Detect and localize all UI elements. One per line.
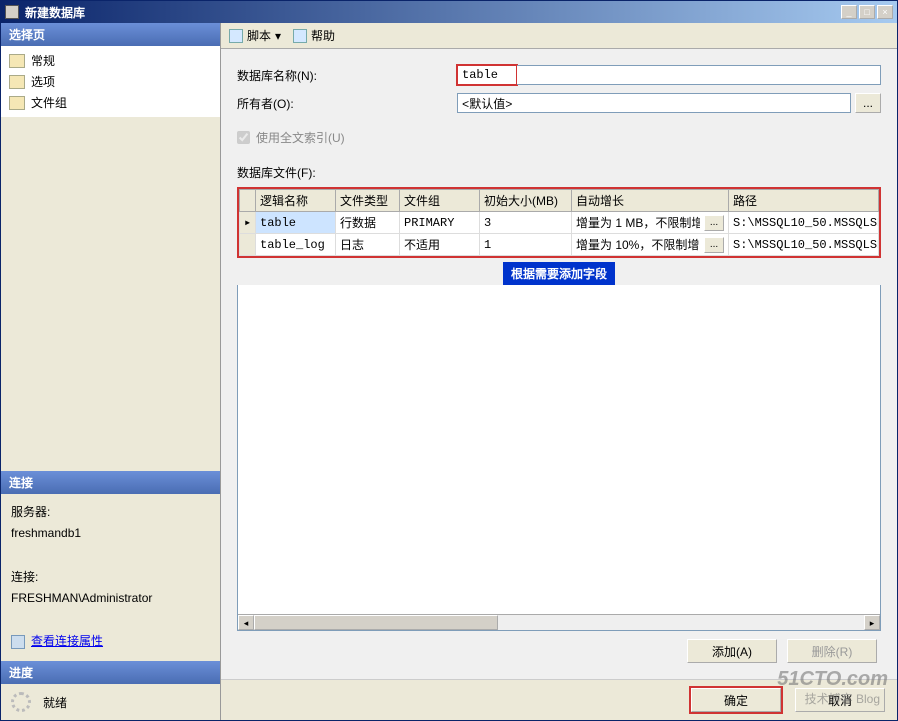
col-filegroup[interactable]: 文件组 xyxy=(400,190,480,212)
owner-browse-button[interactable]: ... xyxy=(855,93,881,113)
server-label: 服务器: xyxy=(11,502,210,524)
db-name-input[interactable] xyxy=(457,65,517,85)
progress-ring-icon xyxy=(11,692,31,712)
growth-edit-button[interactable]: ... xyxy=(704,215,724,231)
cell-name[interactable]: table_log xyxy=(256,234,336,256)
status-text: 就绪 xyxy=(43,694,67,711)
titlebar: 新建数据库 _ □ × xyxy=(1,1,897,23)
cell-size[interactable]: 1 xyxy=(480,234,572,256)
close-button[interactable]: × xyxy=(877,5,893,19)
app-icon xyxy=(5,5,19,19)
add-button[interactable]: 添加(A) xyxy=(687,639,777,663)
script-icon xyxy=(229,29,243,43)
cell-path: S:\MSSQL10_50.MSSQLSE xyxy=(729,234,879,256)
fulltext-label: 使用全文索引(U) xyxy=(256,129,345,146)
view-connection-properties-link[interactable]: 查看连接属性 xyxy=(31,631,103,653)
scroll-right-button[interactable]: ▸ xyxy=(864,615,880,630)
dropdown-icon: ▾ xyxy=(275,29,281,43)
ok-button[interactable]: 确定 xyxy=(691,688,781,712)
col-file-type[interactable]: 文件类型 xyxy=(336,190,400,212)
select-page-header: 选择页 xyxy=(1,23,220,46)
cell-path: S:\MSSQL10_50.MSSQLSE xyxy=(729,212,879,234)
connection-header: 连接 xyxy=(1,471,220,494)
fulltext-checkbox xyxy=(237,131,250,144)
col-path[interactable]: 路径 xyxy=(729,190,879,212)
script-label: 脚本 xyxy=(247,27,271,44)
page-label: 常规 xyxy=(31,52,55,69)
script-button[interactable]: 脚本 ▾ xyxy=(229,27,281,44)
page-icon xyxy=(9,96,25,110)
db-name-label: 数据库名称(N): xyxy=(237,67,457,84)
cell-type: 日志 xyxy=(336,234,400,256)
cell-growth: 增量为 10%，不限制增长 xyxy=(576,236,700,253)
col-initial-size[interactable]: 初始大小(MB) xyxy=(480,190,572,212)
cell-type: 行数据 xyxy=(336,212,400,234)
growth-edit-button[interactable]: ... xyxy=(704,237,724,253)
col-autogrowth[interactable]: 自动增长 xyxy=(572,190,729,212)
scroll-left-button[interactable]: ◂ xyxy=(238,615,254,630)
page-icon xyxy=(9,54,25,68)
help-button[interactable]: 帮助 xyxy=(293,27,335,44)
db-name-input-ext[interactable] xyxy=(517,65,881,85)
annotation-note: 根据需要添加字段 xyxy=(503,262,615,285)
cancel-button[interactable]: 取消 xyxy=(795,688,885,712)
page-filegroups[interactable]: 文件组 xyxy=(5,92,216,113)
table-row[interactable]: table_log 日志 不适用 1 增量为 10%，不限制增长... S:\M… xyxy=(240,234,879,256)
owner-input[interactable] xyxy=(457,93,851,113)
database-files-table: 逻辑名称 文件类型 文件组 初始大小(MB) 自动增长 路径 xyxy=(239,189,879,256)
remove-button: 删除(R) xyxy=(787,639,877,663)
page-options[interactable]: 选项 xyxy=(5,71,216,92)
cell-group: 不适用 xyxy=(400,234,480,256)
scroll-thumb[interactable] xyxy=(254,615,498,630)
window-title: 新建数据库 xyxy=(25,4,841,21)
owner-label: 所有者(O): xyxy=(237,95,457,112)
connection-label: 连接: xyxy=(11,567,210,589)
cell-size[interactable]: 3 xyxy=(480,212,572,234)
properties-icon xyxy=(11,635,25,649)
cell-name[interactable]: table xyxy=(256,212,336,234)
horizontal-scrollbar[interactable]: ◂ ▸ xyxy=(238,614,880,630)
page-label: 文件组 xyxy=(31,94,67,111)
page-icon xyxy=(9,75,25,89)
progress-header: 进度 xyxy=(1,661,220,684)
connection-value: FRESHMAN\Administrator xyxy=(11,588,210,610)
help-label: 帮助 xyxy=(311,27,335,44)
page-general[interactable]: 常规 xyxy=(5,50,216,71)
help-icon xyxy=(293,29,307,43)
maximize-button[interactable]: □ xyxy=(859,5,875,19)
minimize-button[interactable]: _ xyxy=(841,5,857,19)
cell-growth: 增量为 1 MB，不限制增长 xyxy=(576,214,700,231)
files-label: 数据库文件(F): xyxy=(237,164,881,181)
col-logical-name[interactable]: 逻辑名称 xyxy=(256,190,336,212)
cell-group: PRIMARY xyxy=(400,212,480,234)
page-label: 选项 xyxy=(31,73,55,90)
table-row[interactable]: ▸ table 行数据 PRIMARY 3 增量为 1 MB，不限制增长... … xyxy=(240,212,879,234)
server-value: freshmandb1 xyxy=(11,523,210,545)
